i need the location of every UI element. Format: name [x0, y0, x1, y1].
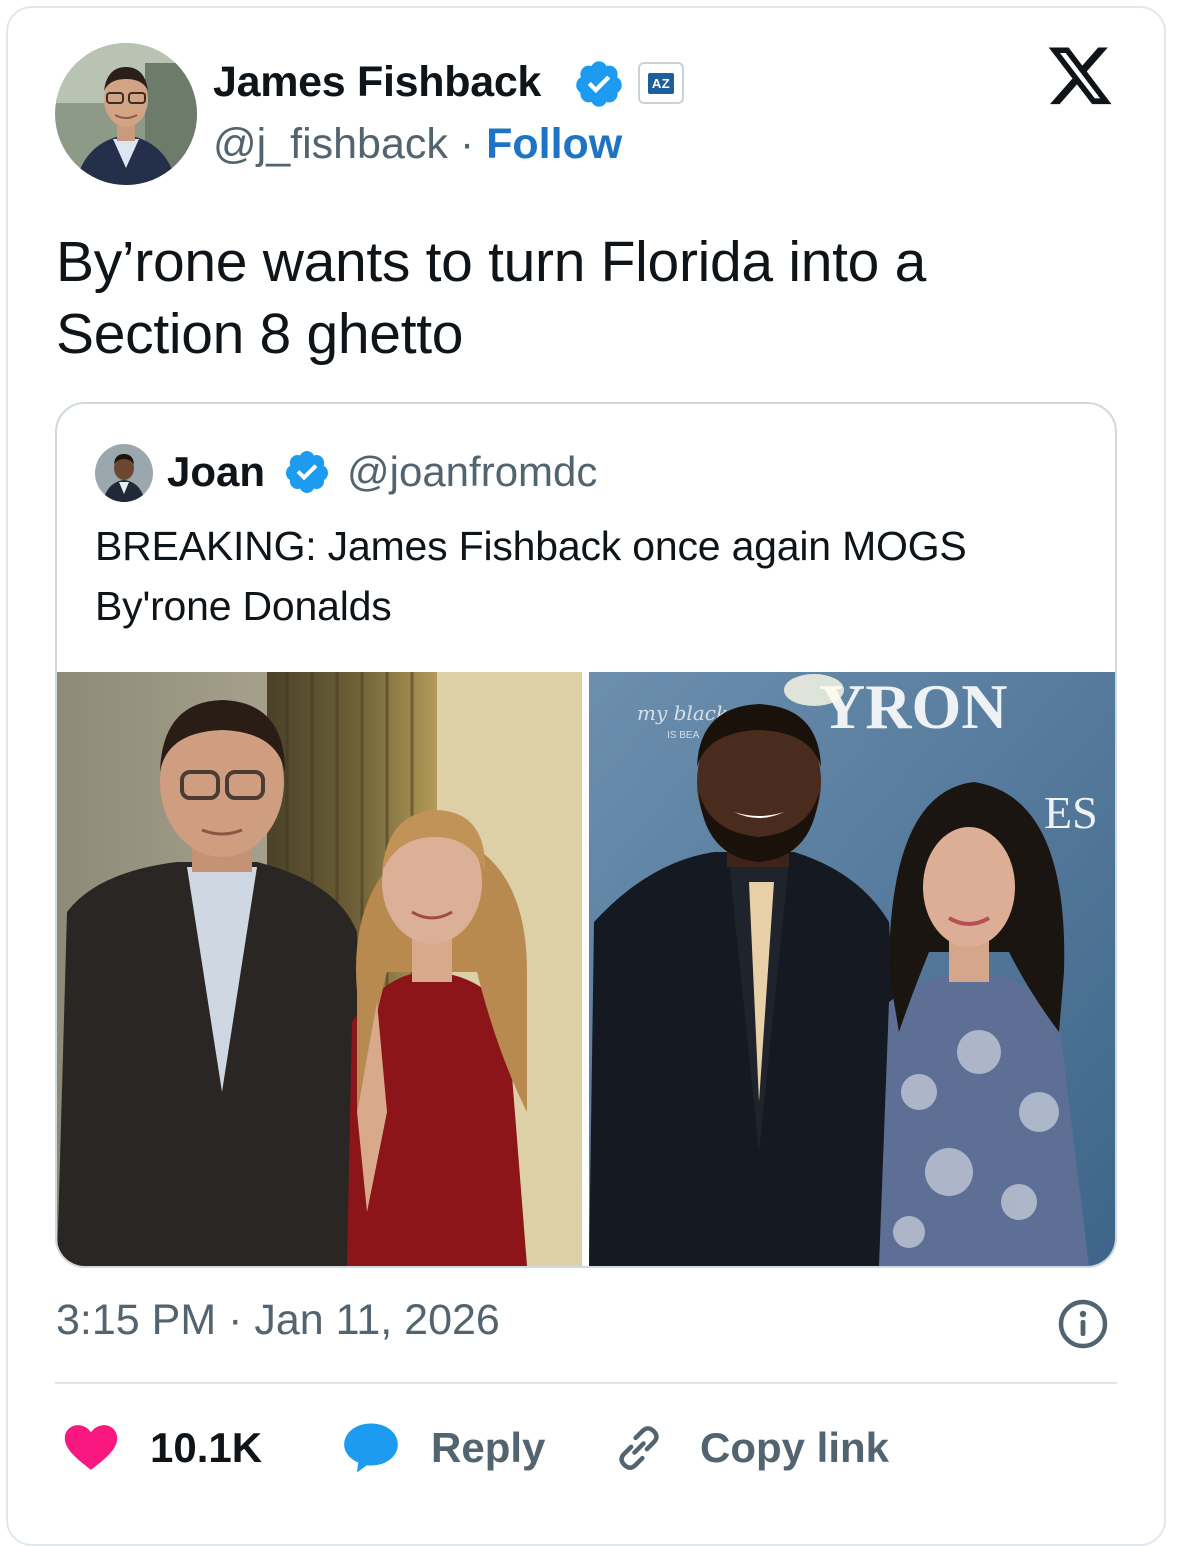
speech-bubble-icon	[344, 1423, 398, 1473]
reply-button[interactable]: Reply	[343, 1418, 545, 1478]
like-count: 10.1K	[150, 1424, 263, 1471]
author-name[interactable]: James Fishback	[213, 58, 541, 107]
handle-separator: ·	[459, 120, 475, 168]
author-handle-line: @j_fishback · Follow	[213, 120, 622, 169]
actions-divider	[55, 1382, 1117, 1384]
photo-couple-left[interactable]	[57, 672, 582, 1266]
quoted-author-handle[interactable]: @joanfromdc	[347, 448, 597, 496]
follow-button[interactable]: Follow	[486, 120, 622, 168]
quoted-tweet-text: BREAKING: James Fishback once again MOGS…	[95, 523, 967, 629]
heart-icon	[64, 1425, 118, 1470]
backdrop-text-isbea: IS BEA	[667, 730, 700, 741]
like-button[interactable]: 10.1K	[64, 1418, 262, 1478]
affiliation-badge[interactable]: AZ	[638, 62, 684, 104]
tweet-text: By’rone wants to turn Florida into a Sec…	[56, 230, 926, 366]
tweet-timestamp[interactable]: 3:15 PM · Jan 11, 2026	[56, 1296, 500, 1345]
author-avatar[interactable]	[55, 43, 197, 185]
affiliation-badge-text: AZ	[647, 72, 675, 94]
photo-couple-right[interactable]: my black IS BEA YRON ES	[589, 672, 1115, 1266]
quoted-verified-badge-icon	[285, 451, 328, 493]
quoted-author-avatar[interactable]	[95, 444, 153, 502]
quoted-tweet[interactable]: Joan @joanfromdc BREAKING: James Fishbac…	[55, 402, 1117, 1268]
backdrop-text-es: ES	[1044, 787, 1098, 838]
verified-badge-icon	[576, 61, 622, 107]
copy-link-button[interactable]: Copy link	[612, 1418, 889, 1478]
copy-link-label: Copy link	[700, 1424, 890, 1471]
author-handle[interactable]: @j_fishback	[213, 120, 448, 168]
quoted-author-name[interactable]: Joan	[167, 448, 265, 496]
backdrop-text-yron: YRON	[819, 672, 1007, 742]
reply-label: Reply	[431, 1424, 546, 1471]
info-icon[interactable]	[1057, 1298, 1109, 1350]
link-icon	[619, 1426, 659, 1470]
x-logo-icon[interactable]	[1045, 46, 1115, 110]
